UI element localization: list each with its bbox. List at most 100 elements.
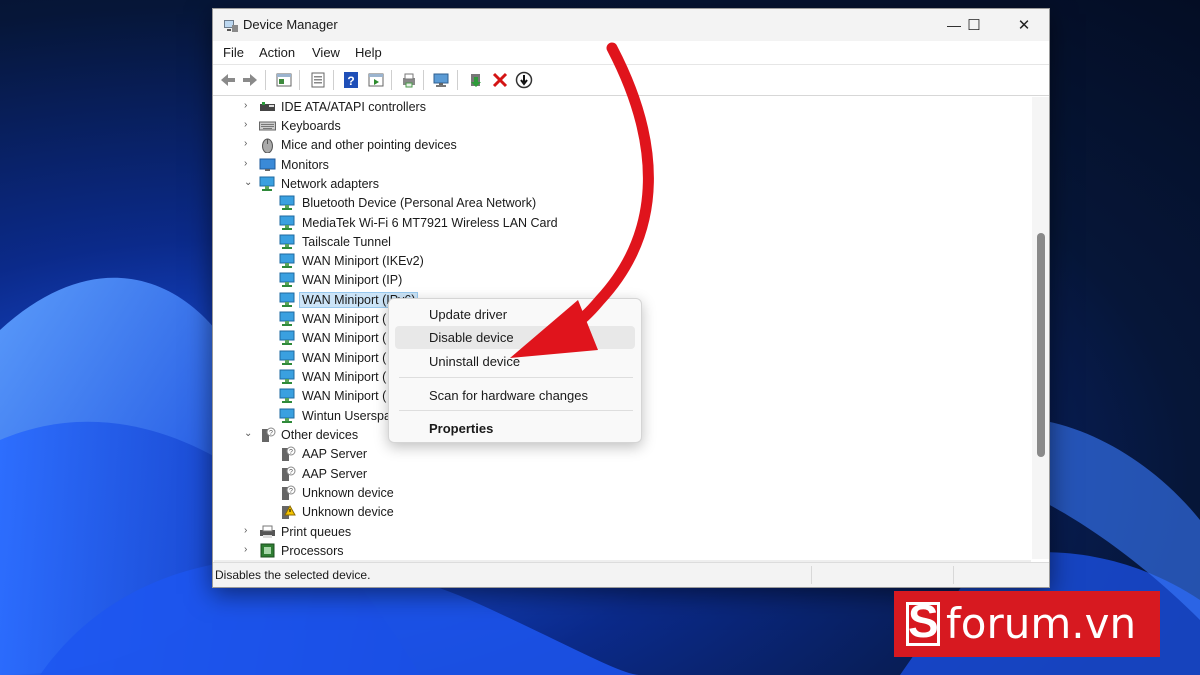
network-adapter-icon	[279, 253, 295, 268]
toolbar-separator	[457, 70, 458, 90]
action-pane-icon[interactable]	[367, 71, 385, 89]
tree-label: Wintun Userspa	[302, 409, 391, 423]
svg-text:?: ?	[269, 430, 273, 437]
toolbar-separator	[265, 70, 266, 90]
uninstall-x-icon[interactable]	[491, 71, 509, 89]
expand-chevron-icon[interactable]: ›	[244, 158, 254, 172]
menu-item-label: Properties	[429, 421, 494, 436]
window-title: Device Manager	[243, 17, 338, 32]
processor-icon	[260, 543, 275, 558]
status-bar: Disables the selected device.	[213, 562, 1049, 587]
status-divider	[953, 566, 954, 584]
collapse-chevron-icon[interactable]: ⌄	[244, 428, 254, 442]
update-driver-icon[interactable]	[467, 71, 485, 89]
network-adapter-icon	[279, 311, 295, 326]
printer-icon	[260, 525, 275, 538]
show-hide-tree-icon[interactable]	[275, 71, 293, 89]
tree-label: Unknown device	[302, 486, 394, 500]
tree-label: AAP Server	[302, 447, 368, 461]
unknown-device-icon: ?	[282, 466, 296, 481]
expand-chevron-icon[interactable]: ›	[244, 138, 254, 152]
disable-device-menu-item[interactable]: Disable device	[395, 326, 635, 349]
vertical-scrollbar[interactable]	[1032, 97, 1049, 559]
toolbar-separator	[391, 70, 392, 90]
tree-label: Network adapters	[281, 177, 379, 191]
mouse-icon	[262, 138, 273, 153]
status-text: Disables the selected device.	[215, 568, 371, 582]
close-button[interactable]: ✕	[1001, 9, 1047, 41]
network-adapter-icon	[279, 388, 295, 403]
menu-help[interactable]: Help	[355, 45, 382, 60]
collapse-chevron-icon[interactable]: ⌄	[244, 177, 254, 191]
properties-sheet-icon[interactable]	[309, 71, 327, 89]
tree-label: AAP Server	[302, 467, 368, 481]
unknown-device-icon: ?	[282, 485, 296, 500]
update-driver-menu-item[interactable]: Update driver	[395, 303, 635, 326]
svg-text:?: ?	[289, 449, 293, 456]
tree-label: Print queues	[281, 525, 352, 539]
toolbar: ?	[213, 64, 1049, 96]
menu-item-label: Disable device	[429, 330, 514, 345]
title-bar: Device Manager — ☐ ✕	[213, 9, 1049, 41]
menu-item-label: Uninstall device	[429, 354, 521, 369]
menu-file[interactable]: File	[223, 45, 244, 60]
tree-label: Processors	[281, 544, 344, 558]
menu-view[interactable]: View	[312, 45, 340, 60]
expand-chevron-icon[interactable]: ›	[244, 119, 254, 133]
tree-label: WAN Miniport (	[302, 312, 387, 326]
tree-label: Unknown device	[302, 505, 394, 519]
tree-label: WAN Miniport (IP)	[302, 273, 403, 287]
menu-separator	[399, 410, 633, 411]
expand-chevron-icon[interactable]: ›	[244, 100, 254, 114]
tree-label: Tailscale Tunnel	[302, 235, 391, 249]
svg-text:?: ?	[289, 469, 293, 476]
tree-label: Mice and other pointing devices	[281, 138, 457, 152]
tree-label: Other devices	[281, 428, 359, 442]
network-adapter-icon	[279, 330, 295, 345]
forward-arrow-icon[interactable]	[241, 71, 259, 89]
network-adapter-icon	[279, 292, 295, 307]
svg-text:?: ?	[289, 488, 293, 495]
tree-label: WAN Miniport (	[302, 389, 387, 403]
properties-menu-item[interactable]: Properties	[395, 417, 635, 440]
tree-label: Bluetooth Device (Personal Area Network)	[302, 196, 537, 210]
disable-device-icon[interactable]	[515, 71, 533, 89]
expand-chevron-icon[interactable]: ›	[244, 525, 254, 539]
menu-item-label: Scan for hardware changes	[429, 388, 588, 403]
unknown-device-icon: ?	[262, 427, 276, 442]
tree-label: Keyboards	[281, 119, 341, 133]
scan-hardware-menu-item[interactable]: Scan for hardware changes	[395, 384, 635, 407]
network-adapter-icon	[279, 350, 295, 365]
uninstall-device-menu-item[interactable]: Uninstall device	[395, 350, 635, 373]
network-adapter-icon	[279, 215, 295, 230]
logo-mark: S	[908, 595, 939, 647]
menu-item-label: Update driver	[429, 307, 508, 322]
toolbar-separator	[299, 70, 300, 90]
ide-controller-icon	[260, 102, 275, 111]
sforum-logo: S forum.vn	[894, 591, 1160, 657]
tree-label: IDE ATA/ATAPI controllers	[281, 100, 426, 114]
scrollbar-thumb[interactable]	[1037, 233, 1045, 457]
unknown-device-icon: ?	[282, 446, 296, 461]
toolbar-separator	[423, 70, 424, 90]
network-adapter-icon	[279, 195, 295, 210]
network-adapter-icon	[259, 176, 275, 191]
network-adapter-icon	[279, 369, 295, 384]
menu-separator	[399, 377, 633, 378]
tree-label: WAN Miniport (IKEv2)	[302, 254, 424, 268]
expand-chevron-icon[interactable]: ›	[244, 544, 254, 558]
logo-wordmark: forum.vn	[946, 599, 1137, 648]
print-icon[interactable]	[400, 71, 418, 89]
status-divider	[811, 566, 812, 584]
monitor-icon	[259, 158, 276, 171]
maximize-button[interactable]: ☐	[951, 9, 997, 41]
help-icon[interactable]: ?	[342, 71, 360, 89]
network-adapter-icon	[279, 272, 295, 287]
svg-text:?: ?	[347, 74, 354, 88]
back-arrow-icon[interactable]	[219, 71, 237, 89]
tree-label: WAN Miniport (	[302, 370, 387, 384]
scan-hardware-icon[interactable]	[432, 71, 450, 89]
tree-label: Monitors	[281, 158, 329, 172]
menu-action[interactable]: Action	[259, 45, 295, 60]
warning-device-icon	[282, 504, 296, 519]
